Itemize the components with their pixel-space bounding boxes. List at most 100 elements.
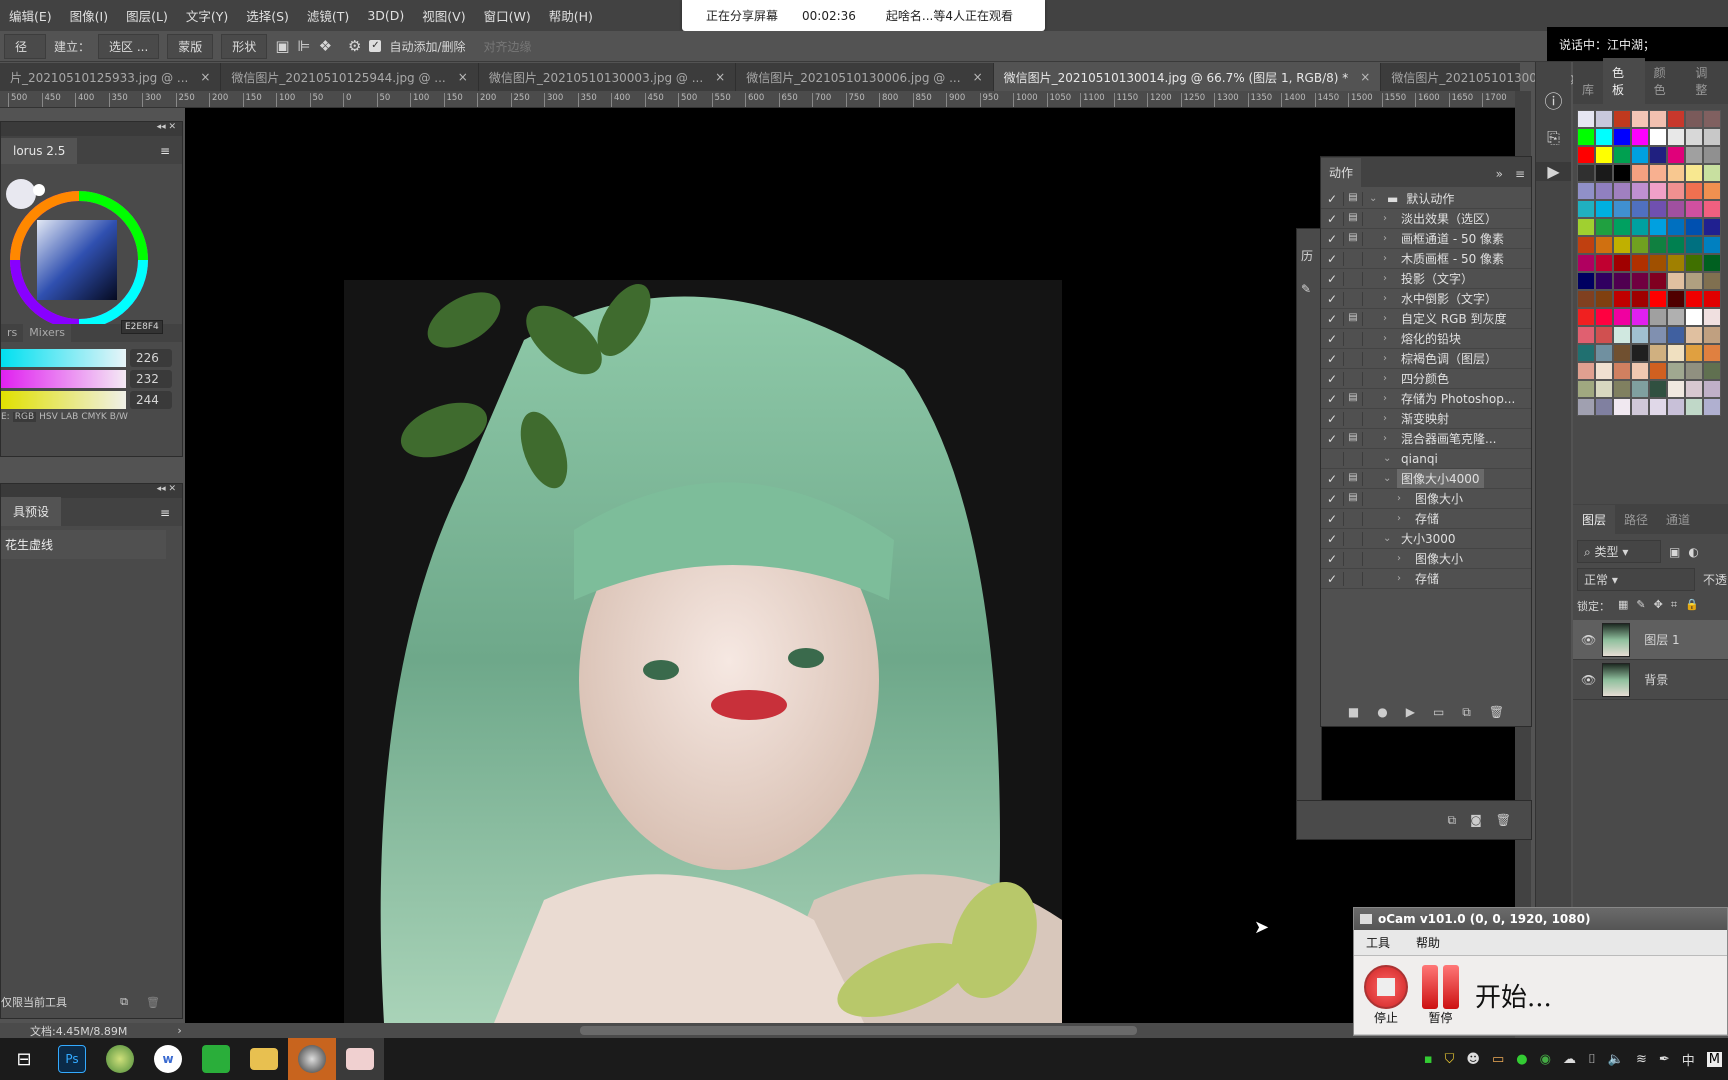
color-swatch[interactable] — [1649, 272, 1667, 290]
color-swatch[interactable] — [1667, 326, 1685, 344]
toggle-checkbox[interactable]: ✓ — [1321, 412, 1343, 426]
color-swatch[interactable] — [1685, 146, 1703, 164]
color-swatch[interactable] — [1667, 236, 1685, 254]
action-row[interactable]: ✓ ▤ ⌄ 图像大小4000 — [1321, 469, 1531, 489]
action-row[interactable]: ✓ ⌄ 大小3000 — [1321, 529, 1531, 549]
color-swatch[interactable] — [1595, 200, 1613, 218]
action-row[interactable]: ⌄ qianqi — [1321, 449, 1531, 469]
color-swatch[interactable] — [1577, 146, 1595, 164]
color-swatch[interactable] — [1703, 146, 1721, 164]
color-swatch[interactable] — [1649, 164, 1667, 182]
dialog-toggle[interactable] — [1343, 351, 1363, 366]
color-swatch[interactable] — [1685, 128, 1703, 146]
color-swatch[interactable] — [1649, 344, 1667, 362]
toggle-checkbox[interactable]: ✓ — [1321, 192, 1343, 206]
color-swatch[interactable] — [1613, 110, 1631, 128]
panel-collapse-close[interactable]: ◂◂ ✕ — [1, 122, 182, 136]
color-swatch[interactable] — [1667, 218, 1685, 236]
path-operations-icon[interactable]: ▣ — [275, 37, 289, 55]
color-swatch[interactable] — [1577, 344, 1595, 362]
menu-item[interactable]: 视图(V) — [413, 6, 474, 25]
current-tool-only-checkbox[interactable]: 仅限当前工具 — [1, 994, 67, 1010]
status-arrow-icon[interactable]: › — [177, 1024, 181, 1037]
new-preset-icon[interactable]: ⧉ — [120, 995, 128, 1009]
gear-icon[interactable]: ⚙ — [348, 37, 361, 55]
color-swatch[interactable] — [1703, 272, 1721, 290]
layers-tab-0[interactable]: 图层 — [1573, 505, 1616, 534]
color-swatch[interactable] — [1577, 326, 1595, 344]
mask-button[interactable]: 蒙版 — [167, 33, 214, 59]
lock-transparent-icon[interactable]: ▦ — [1618, 598, 1628, 614]
color-mode-hsv[interactable]: HSV — [39, 412, 58, 422]
expand-chevron-icon[interactable]: › — [1383, 213, 1397, 224]
tab-close-icon[interactable]: × — [458, 70, 468, 84]
photoshop-taskbar-icon[interactable]: Ps — [48, 1038, 96, 1080]
history-brush-icon[interactable]: ✎ — [1297, 282, 1321, 296]
expand-chevron-icon[interactable]: ⌄ — [1383, 473, 1397, 484]
action-row[interactable]: ✓ ▤ ⌄ ▬ 默认动作 — [1321, 189, 1531, 209]
toggle-checkbox[interactable]: ✓ — [1321, 372, 1343, 386]
color-swatch[interactable] — [1685, 380, 1703, 398]
color-swatch[interactable] — [1613, 398, 1631, 416]
action-row[interactable]: ✓ › 渐变映射 — [1321, 409, 1531, 429]
color-swatch[interactable] — [1613, 290, 1631, 308]
layer-row[interactable]: 👁 图层 1 — [1573, 620, 1728, 660]
color-swatch[interactable] — [1649, 200, 1667, 218]
color-swatch[interactable] — [1577, 200, 1595, 218]
color-swatch[interactable] — [1595, 110, 1613, 128]
color-swatch[interactable] — [1595, 326, 1613, 344]
color-swatch[interactable] — [1631, 380, 1649, 398]
color-swatch[interactable] — [1613, 128, 1631, 146]
menu-item[interactable]: 文字(Y) — [177, 6, 237, 25]
color-swatch[interactable] — [1595, 272, 1613, 290]
snapshot-camera-icon[interactable]: ◙ — [1470, 813, 1482, 827]
trash-icon[interactable]: 🗑 — [146, 996, 160, 1009]
dialog-toggle[interactable] — [1343, 531, 1363, 546]
expand-chevron-icon[interactable]: › — [1383, 413, 1397, 424]
expand-chevron-icon[interactable]: ⌄ — [1369, 193, 1383, 204]
color-swatch[interactable] — [1703, 254, 1721, 272]
color-swatch[interactable] — [1685, 326, 1703, 344]
expand-chevron-icon[interactable]: › — [1383, 333, 1397, 344]
color-swatch[interactable] — [1685, 254, 1703, 272]
action-row[interactable]: ✓ ▤ › 混合器画笔克隆... — [1321, 429, 1531, 449]
menu-item[interactable]: 图像(I) — [61, 6, 117, 25]
panel-tab-1[interactable]: 色板 — [1603, 58, 1645, 104]
tab-sliders[interactable]: rs — [1, 324, 23, 342]
color-swatch[interactable] — [1577, 164, 1595, 182]
toggle-checkbox[interactable]: ✓ — [1321, 572, 1343, 586]
tray-extra[interactable]: M — [1706, 1051, 1722, 1067]
value-field-3[interactable]: 244 — [130, 391, 172, 409]
color-swatch[interactable] — [1631, 290, 1649, 308]
usb-icon[interactable]: ⌷ — [1588, 1052, 1596, 1067]
lock-paint-icon[interactable]: ✎ — [1636, 598, 1645, 614]
color-swatch[interactable] — [1649, 398, 1667, 416]
menu-item[interactable]: 编辑(E) — [0, 6, 61, 25]
color-swatch[interactable] — [1685, 362, 1703, 380]
color-swatch[interactable] — [1613, 272, 1631, 290]
color-swatch[interactable] — [1685, 218, 1703, 236]
color-swatch[interactable] — [1649, 110, 1667, 128]
color-swatch[interactable] — [1631, 254, 1649, 272]
dialog-toggle[interactable] — [1343, 551, 1363, 566]
dialog-toggle[interactable]: ▤ — [1343, 391, 1363, 406]
document-tab[interactable]: 微信图片_20210510130003.jpg @ ... × — [479, 63, 737, 91]
color-swatch[interactable] — [1613, 308, 1631, 326]
color-swatch[interactable] — [1703, 236, 1721, 254]
dialog-toggle[interactable] — [1343, 291, 1363, 306]
color-swatch[interactable] — [1667, 128, 1685, 146]
color-swatch[interactable] — [1631, 146, 1649, 164]
horizontal-scrollbar[interactable] — [580, 1026, 1137, 1035]
action-row[interactable]: ✓ › 熔化的铅块 — [1321, 329, 1531, 349]
color-mode-rgb[interactable]: RGB — [12, 412, 37, 422]
action-row[interactable]: ✓ ▤ › 画框通道 - 50 像素 — [1321, 229, 1531, 249]
toggle-checkbox[interactable]: ✓ — [1321, 552, 1343, 566]
path-alignment-icon[interactable]: ⊫ — [298, 37, 311, 55]
color-swatch[interactable] — [1649, 128, 1667, 146]
yellow-slider[interactable] — [1, 391, 126, 409]
color-swatch[interactable] — [1649, 218, 1667, 236]
color-swatch[interactable] — [1703, 308, 1721, 326]
color-swatch[interactable] — [1667, 146, 1685, 164]
expand-chevron-icon[interactable]: › — [1397, 553, 1411, 564]
color-swatch[interactable] — [1631, 218, 1649, 236]
